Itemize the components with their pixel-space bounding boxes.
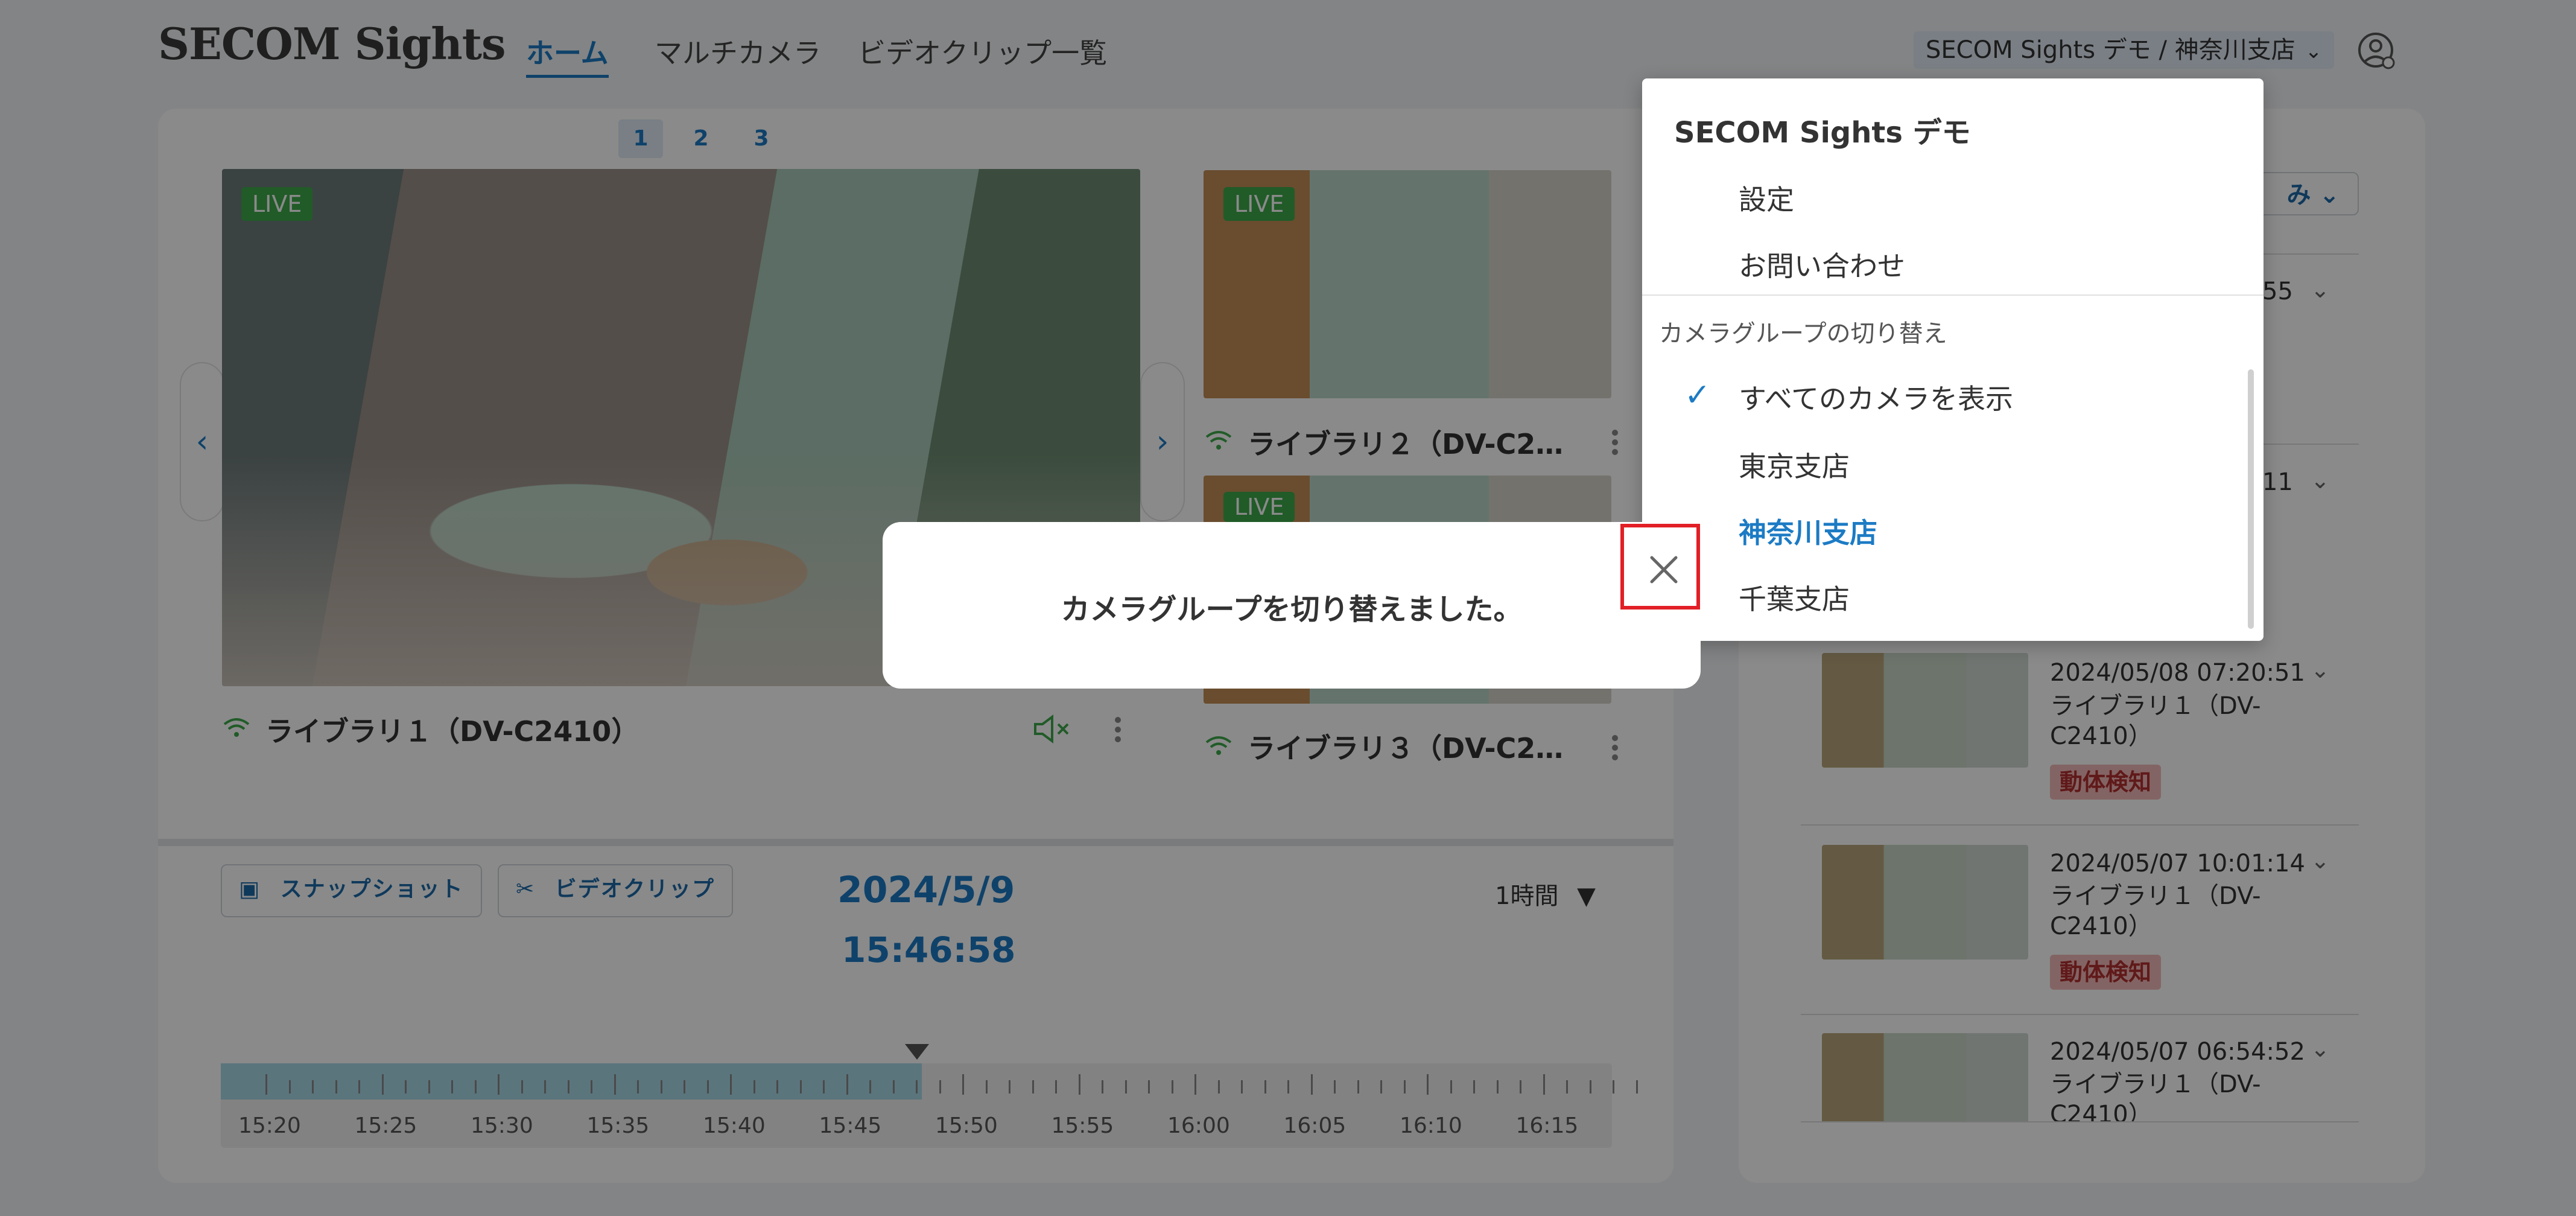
menu-group-tokyo[interactable]: 東京支店 [1739, 445, 1850, 485]
menu-item-settings[interactable]: 設定 [1739, 178, 1794, 218]
menu-divider [1642, 294, 2264, 296]
menu-item-contact[interactable]: お問い合わせ [1739, 244, 1905, 284]
menu-scrollbar[interactable] [2248, 369, 2254, 629]
menu-group-all-cameras[interactable]: すべてのカメラを表示 [1739, 377, 2013, 417]
menu-organization-title: SECOM Sights デモ [1674, 116, 1971, 150]
tenant-dropdown-menu [1642, 78, 2264, 641]
menu-section-camera-group: カメラグループの切り替え [1659, 320, 1947, 348]
notification-message: カメラグループを切り替えました。 [1061, 593, 1523, 626]
close-icon [1650, 556, 1678, 584]
menu-group-chiba[interactable]: 千葉支店 [1739, 578, 1850, 617]
close-dialog-button[interactable] [1620, 524, 1700, 610]
menu-group-kanagawa[interactable]: 神奈川支店 [1739, 511, 1877, 551]
check-icon: ✓ [1684, 377, 1711, 413]
